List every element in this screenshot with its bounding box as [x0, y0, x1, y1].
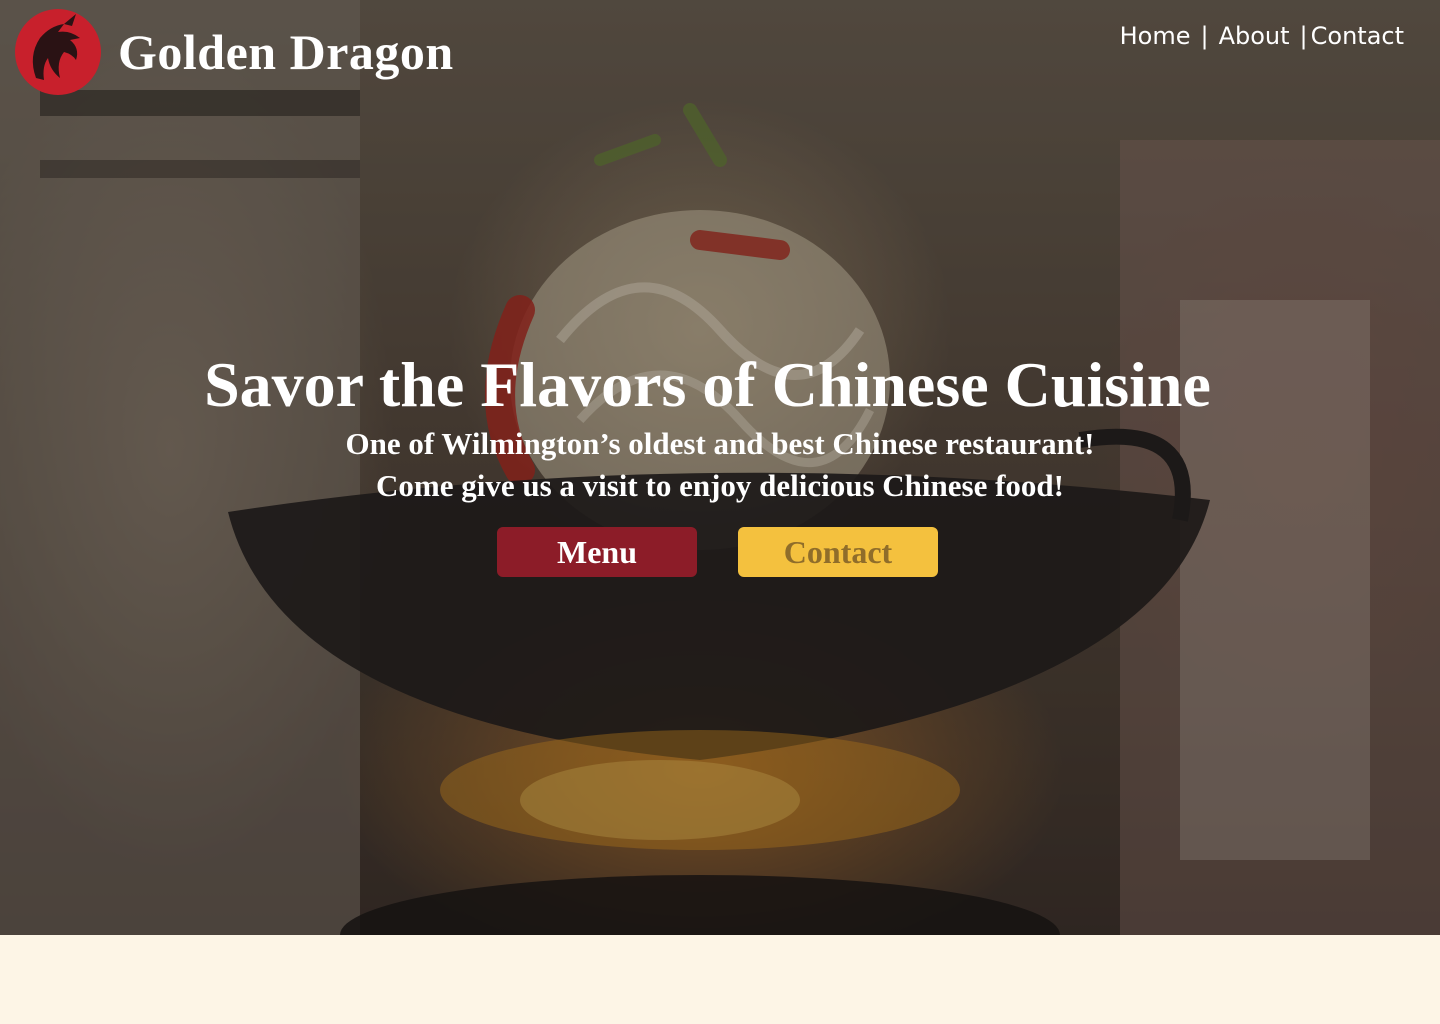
main-nav: Home | About | Contact	[1120, 22, 1404, 50]
nav-home-link[interactable]: Home	[1120, 22, 1191, 50]
hero-headline: Savor the Flavors of Chinese Cuisine	[204, 349, 1211, 420]
contact-button[interactable]: Contact	[738, 527, 938, 577]
hero-subline-2: Come give us a visit to enjoy delicious …	[375, 468, 1064, 503]
menu-button[interactable]: Menu	[497, 527, 697, 577]
brand-name: Golden Dragon	[118, 24, 454, 80]
nav-separator: |	[1299, 22, 1308, 50]
nav-separator: |	[1200, 22, 1209, 50]
nav-contact-link[interactable]: Contact	[1311, 22, 1404, 50]
nav-about-link[interactable]: About	[1219, 22, 1290, 50]
dragon-icon	[15, 9, 101, 95]
hero-subline-1: One of Wilmington’s oldest and best Chin…	[345, 426, 1095, 461]
brand[interactable]: Golden Dragon	[14, 8, 454, 96]
